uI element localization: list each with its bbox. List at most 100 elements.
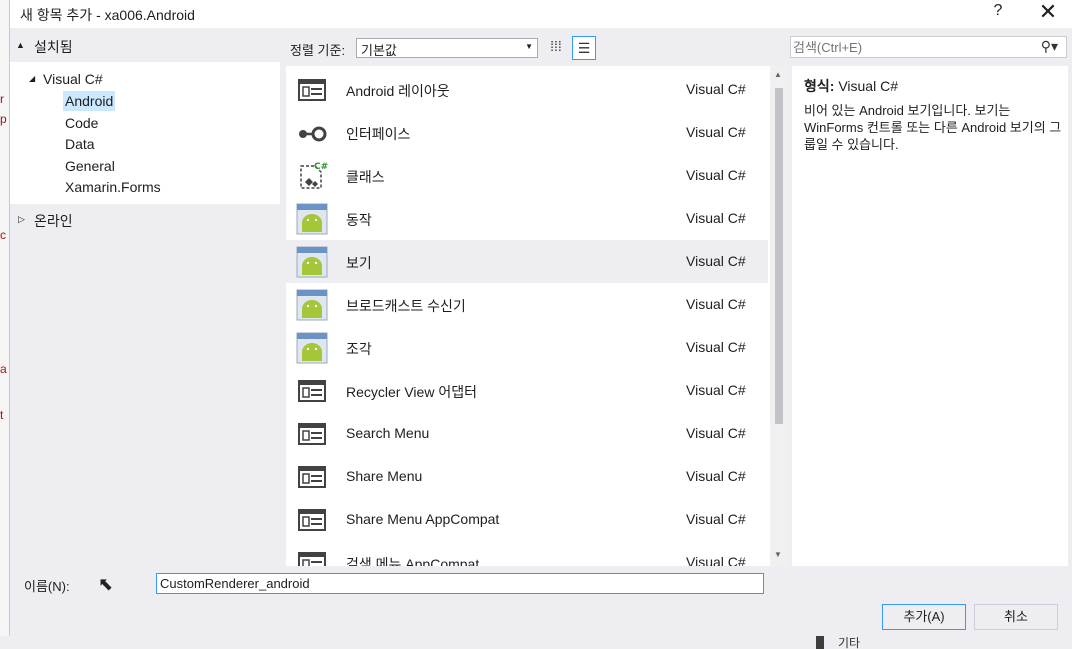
item-name: 검색 메뉴 AppCompat	[346, 556, 480, 566]
type-value: Visual C#	[838, 78, 898, 94]
add-button[interactable]: 추가(A)	[882, 604, 966, 630]
background-status-strip: 기타	[0, 636, 1072, 649]
item-language: Visual C#	[686, 253, 746, 269]
layout-icon	[298, 380, 326, 402]
expand-arrow-icon[interactable]: ▷	[18, 214, 25, 225]
background-glyph: a	[0, 362, 7, 376]
type-key: 형식:	[804, 78, 835, 94]
online-label: 온라인	[34, 213, 73, 229]
scroll-thumb[interactable]	[775, 88, 783, 424]
title-bar: 새 항목 추가 - xa006.Android ? ✕	[10, 0, 1072, 28]
tree-node-general[interactable]: General	[65, 156, 115, 176]
item-name: Android 레이아웃	[346, 83, 450, 99]
collapse-arrow-icon[interactable]: ▲	[16, 40, 25, 50]
class-icon: C#	[300, 162, 328, 189]
background-glyph: r	[0, 92, 4, 106]
details-type: 형식: Visual C#	[804, 76, 898, 96]
name-label: 이름(N):	[24, 579, 70, 594]
item-language: Visual C#	[686, 511, 746, 527]
grid-view-icon[interactable]: ⁞⁞⁞	[546, 38, 566, 58]
list-item[interactable]: 조각 Visual C#	[286, 326, 768, 369]
background-glyph: t	[0, 408, 4, 422]
sort-value: 기본값	[361, 43, 397, 58]
item-language: Visual C#	[686, 554, 746, 566]
item-name: 브로드캐스트 수신기	[346, 298, 466, 314]
background-editor-strip: r p c a t	[0, 0, 9, 649]
item-name: 인터페이스	[346, 126, 411, 142]
background-glyph: p	[0, 112, 7, 126]
add-new-item-dialog: 새 항목 추가 - xa006.Android ? ✕ ▲ 설치됨 ◢ Visu…	[9, 0, 1072, 636]
search-input[interactable]	[793, 38, 1023, 56]
item-name: 동작	[346, 212, 372, 228]
tree-node-code[interactable]: Code	[65, 113, 98, 133]
item-language: Visual C#	[686, 468, 746, 484]
online-header[interactable]: ▷ 온라인	[10, 206, 286, 232]
scroll-down-icon[interactable]: ▼	[774, 550, 782, 559]
background-status-text: 기타	[838, 636, 861, 649]
item-language: Visual C#	[686, 210, 746, 226]
category-tree: ◢ Visual C# Android Code Data General Xa…	[10, 62, 280, 204]
list-item[interactable]: 인터페이스 Visual C#	[286, 111, 768, 154]
tree-node-visual-csharp[interactable]: Visual C#	[43, 69, 103, 89]
tree-node-xamarin-forms[interactable]: Xamarin.Forms	[65, 177, 161, 197]
close-button[interactable]: ✕	[1036, 0, 1060, 24]
expand-arrow-icon[interactable]: ◢	[29, 74, 35, 83]
sort-dropdown[interactable]: 기본값 ▼	[356, 38, 538, 58]
list-item[interactable]: Share Menu Visual C#	[286, 455, 768, 498]
background-glyph: c	[0, 228, 6, 242]
android-icon	[296, 289, 328, 321]
layout-icon	[298, 509, 326, 531]
item-name: Search Menu	[346, 425, 430, 441]
list-item[interactable]: Share Menu AppCompat Visual C#	[286, 498, 768, 541]
interface-icon	[299, 126, 327, 142]
layout-icon	[298, 552, 326, 566]
item-language: Visual C#	[686, 296, 746, 312]
layout-icon	[298, 79, 326, 101]
android-icon	[296, 203, 328, 235]
list-item[interactable]: Recycler View 어댑터 Visual C#	[286, 369, 768, 412]
tree-node-data[interactable]: Data	[65, 134, 95, 154]
list-view-icon[interactable]: ☰	[572, 36, 596, 60]
tree-node-android[interactable]: Android	[63, 91, 116, 111]
android-icon	[296, 332, 328, 364]
list-item-selected[interactable]: 보기 Visual C#	[286, 240, 768, 283]
window-title: 새 항목 추가 - xa006.Android	[20, 7, 195, 23]
template-list: Android 레이아웃 Visual C# 인터페이스 Visual C# C…	[286, 66, 788, 566]
installed-label: 설치됨	[34, 39, 73, 55]
details-description: 비어 있는 Android 보기입니다. 보기는 WinForms 컨트롤 또는…	[804, 103, 1062, 152]
details-pane: 형식: Visual C# 비어 있는 Android 보기입니다. 보기는 W…	[792, 66, 1068, 566]
list-item[interactable]: 검색 메뉴 AppCompat Visual C#	[286, 541, 768, 566]
layout-icon	[298, 466, 326, 488]
background-block	[816, 636, 824, 649]
list-item[interactable]: C# 클래스 Visual C#	[286, 154, 768, 197]
item-name: Share Menu	[346, 468, 423, 484]
item-name: Share Menu AppCompat	[346, 511, 500, 527]
layout-icon	[298, 423, 326, 445]
list-item[interactable]: Android 레이아웃 Visual C#	[286, 68, 768, 111]
installed-header[interactable]: ▲ 설치됨	[10, 34, 286, 58]
item-language: Visual C#	[686, 81, 746, 97]
item-language: Visual C#	[686, 124, 746, 140]
chevron-down-icon: ▼	[525, 42, 533, 51]
name-field[interactable]	[156, 573, 764, 594]
svg-text:C#: C#	[314, 162, 328, 172]
search-icon[interactable]: ⚲▾	[1041, 38, 1058, 55]
item-name: 보기	[346, 255, 372, 271]
list-item[interactable]: 브로드캐스트 수신기 Visual C#	[286, 283, 768, 326]
search-box: ⚲▾	[790, 36, 1067, 58]
list-item[interactable]: 동작 Visual C#	[286, 197, 768, 240]
item-language: Visual C#	[686, 425, 746, 441]
vertical-scrollbar[interactable]: ▲ ▼	[770, 66, 788, 566]
item-name: 조각	[346, 341, 372, 357]
android-icon	[296, 246, 328, 278]
item-language: Visual C#	[686, 339, 746, 355]
mouse-pointer-icon: ⬉	[98, 574, 114, 594]
scroll-up-icon[interactable]: ▲	[774, 70, 782, 79]
list-item[interactable]: Search Menu Visual C#	[286, 412, 768, 455]
item-name: 클래스	[346, 169, 385, 185]
item-language: Visual C#	[686, 382, 746, 398]
sort-label: 정렬 기준:	[290, 43, 346, 58]
cancel-button[interactable]: 취소	[974, 604, 1058, 630]
item-name: Recycler View 어댑터	[346, 384, 477, 400]
help-button[interactable]: ?	[988, 2, 1008, 24]
